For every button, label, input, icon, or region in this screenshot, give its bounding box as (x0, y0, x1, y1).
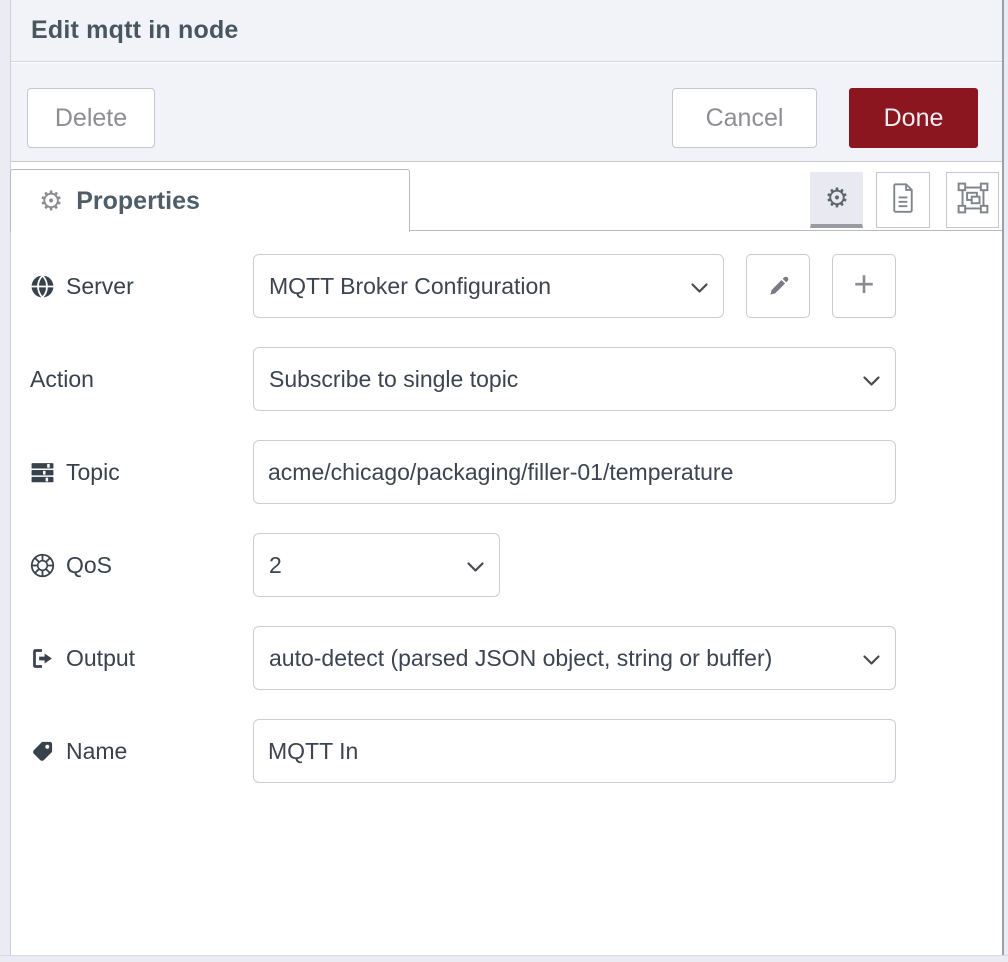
gear-icon: ⚙ (825, 183, 849, 214)
dialog-header: Edit mqtt in node (11, 0, 1002, 62)
edit-server-button[interactable] (746, 254, 810, 318)
chevron-down-icon (862, 366, 881, 393)
tray-footer (0, 955, 1008, 962)
tab-appearance[interactable] (946, 172, 999, 228)
dialog-title: Edit mqtt in node (31, 16, 239, 45)
edit-node-dialog: Edit mqtt in node Delete Cancel Done ⚙ P… (11, 0, 1004, 955)
action-select-value: Subscribe to single topic (269, 366, 854, 393)
properties-form: Server MQTT Broker Configuration + (11, 231, 1002, 955)
empire-icon (30, 553, 55, 578)
output-select[interactable]: auto-detect (parsed JSON object, string … (253, 626, 896, 690)
name-input[interactable] (253, 719, 896, 783)
add-server-button[interactable]: + (832, 254, 896, 318)
cancel-button[interactable]: Cancel (672, 88, 817, 148)
tab-properties[interactable]: ⚙ Properties (10, 169, 410, 232)
server-select-value: MQTT Broker Configuration (269, 273, 682, 300)
output-row: Output auto-detect (parsed JSON object, … (11, 626, 1002, 690)
name-row: Name (11, 719, 1002, 783)
object-group-icon (956, 181, 990, 220)
qos-select-value: 2 (269, 552, 458, 579)
tray-resize-edge[interactable] (0, 0, 11, 962)
topic-label: Topic (30, 440, 245, 504)
qos-row: QoS 2 (11, 533, 1002, 597)
qos-label: QoS (30, 533, 245, 597)
chevron-down-icon (466, 552, 485, 579)
topic-row: Topic (11, 440, 1002, 504)
delete-button[interactable]: Delete (27, 88, 155, 148)
tab-properties-label: Properties (76, 187, 200, 216)
tag-icon (30, 739, 55, 764)
tab-bar: ⚙ Properties ⚙ (11, 162, 1002, 231)
file-text-icon (888, 181, 918, 220)
action-row: Action Subscribe to single topic (11, 347, 1002, 411)
tasks-icon (30, 460, 55, 485)
plus-icon: + (853, 266, 874, 302)
chevron-down-icon (862, 645, 881, 672)
node-red-editor: Edit mqtt in node Delete Cancel Done ⚙ P… (0, 0, 1008, 962)
output-label: Output (30, 626, 245, 690)
topic-input[interactable] (253, 440, 896, 504)
tab-description[interactable] (876, 172, 930, 228)
globe-icon (30, 274, 55, 299)
pencil-icon (766, 274, 791, 299)
gear-icon: ⚙ (39, 188, 63, 215)
sign-out-icon (30, 646, 55, 671)
chevron-down-icon (690, 273, 709, 300)
output-select-value: auto-detect (parsed JSON object, string … (269, 645, 854, 672)
tab-node-properties[interactable]: ⚙ (810, 172, 863, 228)
server-row: Server MQTT Broker Configuration + (11, 254, 1002, 318)
dialog-toolbar: Delete Cancel Done (11, 63, 1002, 162)
name-label: Name (30, 719, 245, 783)
server-select[interactable]: MQTT Broker Configuration (253, 254, 724, 318)
server-label: Server (30, 254, 245, 318)
action-label: Action (30, 347, 245, 411)
qos-select[interactable]: 2 (253, 533, 500, 597)
action-select[interactable]: Subscribe to single topic (253, 347, 896, 411)
done-button[interactable]: Done (849, 88, 978, 148)
